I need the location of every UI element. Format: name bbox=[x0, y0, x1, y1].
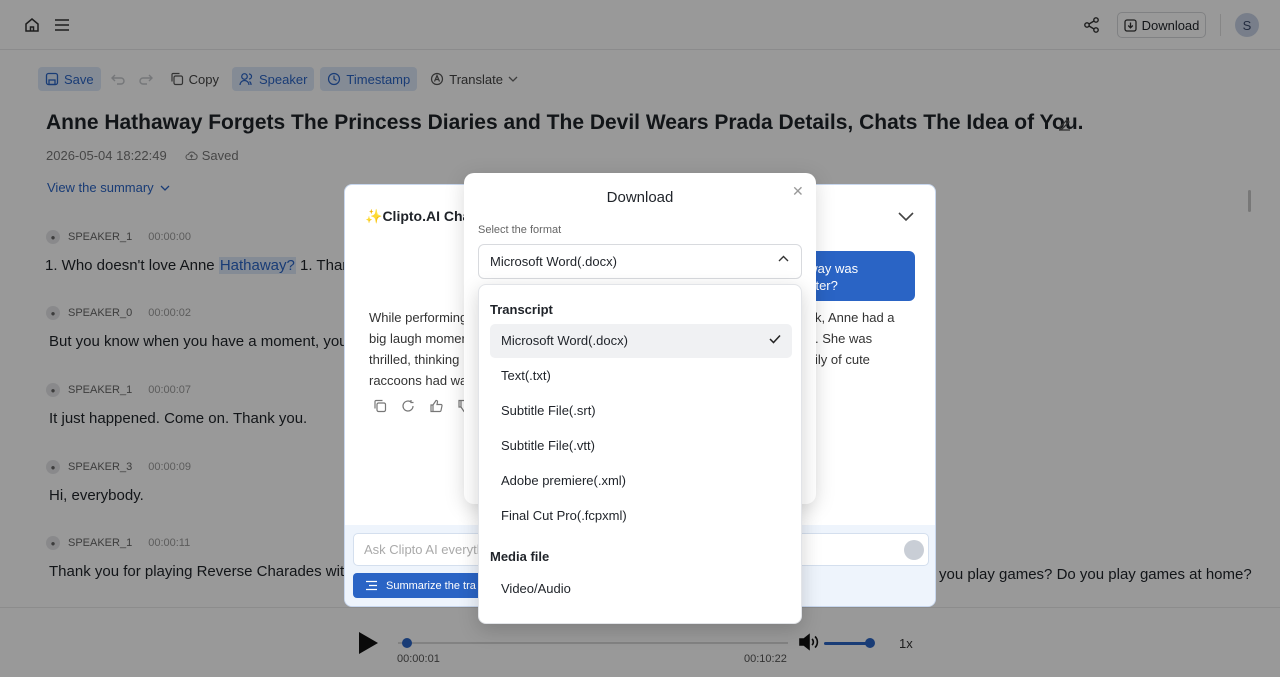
dropdown-group-transcript: Transcript bbox=[490, 302, 553, 317]
check-icon bbox=[769, 334, 781, 344]
regenerate-icon[interactable] bbox=[401, 399, 415, 413]
modal-title: Download bbox=[606, 189, 674, 206]
format-option-xml[interactable]: Adobe premiere(.xml) bbox=[490, 464, 792, 498]
answer-text: big laugh momer bbox=[369, 331, 466, 346]
answer-text: While performing bbox=[369, 310, 468, 325]
option-label: Subtitle File(.vtt) bbox=[501, 438, 595, 453]
chevron-up-icon bbox=[778, 255, 789, 262]
option-label: Final Cut Pro(.fcpxml) bbox=[501, 508, 627, 523]
chevron-down-icon[interactable] bbox=[898, 209, 914, 227]
sparkle-icon: ✨ bbox=[365, 208, 383, 224]
chat-input-placeholder: Ask Clipto AI everyth bbox=[364, 542, 484, 557]
format-dropdown: Transcript Microsoft Word(.docx) Text(.t… bbox=[478, 284, 802, 624]
option-label: Adobe premiere(.xml) bbox=[501, 473, 626, 488]
format-option-video-audio[interactable]: Video/Audio bbox=[490, 572, 792, 606]
answer-text: raccoons had wa bbox=[369, 373, 468, 388]
format-option-txt[interactable]: Text(.txt) bbox=[490, 359, 792, 393]
bubble-line: eater? bbox=[801, 278, 838, 293]
format-select[interactable]: Microsoft Word(.docx) bbox=[478, 244, 802, 279]
format-option-vtt[interactable]: Subtitle File(.vtt) bbox=[490, 429, 792, 463]
option-label: Video/Audio bbox=[501, 581, 571, 596]
selected-format: Microsoft Word(.docx) bbox=[490, 254, 617, 269]
answer-text: k, Anne had a bbox=[815, 310, 895, 325]
answer-text: ily of cute bbox=[815, 352, 870, 367]
answer-actions bbox=[373, 399, 471, 413]
option-label: Text(.txt) bbox=[501, 368, 551, 383]
chat-title-label: Clipto.AI Cha bbox=[382, 208, 471, 224]
format-option-fcpxml[interactable]: Final Cut Pro(.fcpxml) bbox=[490, 499, 792, 533]
copy-icon[interactable] bbox=[373, 399, 387, 413]
dropdown-group-media: Media file bbox=[490, 549, 550, 564]
thumbs-up-icon[interactable] bbox=[429, 399, 443, 413]
chat-title: ✨Clipto.AI Cha bbox=[365, 208, 470, 225]
list-icon bbox=[366, 580, 377, 591]
option-label: Subtitle File(.srt) bbox=[501, 403, 596, 418]
option-label: Microsoft Word(.docx) bbox=[501, 333, 628, 348]
answer-text: . She was bbox=[815, 331, 873, 346]
close-icon[interactable]: ✕ bbox=[792, 183, 804, 200]
send-icon[interactable] bbox=[904, 540, 924, 560]
format-label: Select the format bbox=[478, 224, 562, 236]
bubble-line: away was bbox=[801, 261, 859, 276]
format-option-srt[interactable]: Subtitle File(.srt) bbox=[490, 394, 792, 428]
summarize-label: Summarize the tra bbox=[386, 579, 476, 592]
answer-text: thrilled, thinking bbox=[369, 352, 460, 367]
format-option-docx[interactable]: Microsoft Word(.docx) bbox=[490, 324, 792, 358]
